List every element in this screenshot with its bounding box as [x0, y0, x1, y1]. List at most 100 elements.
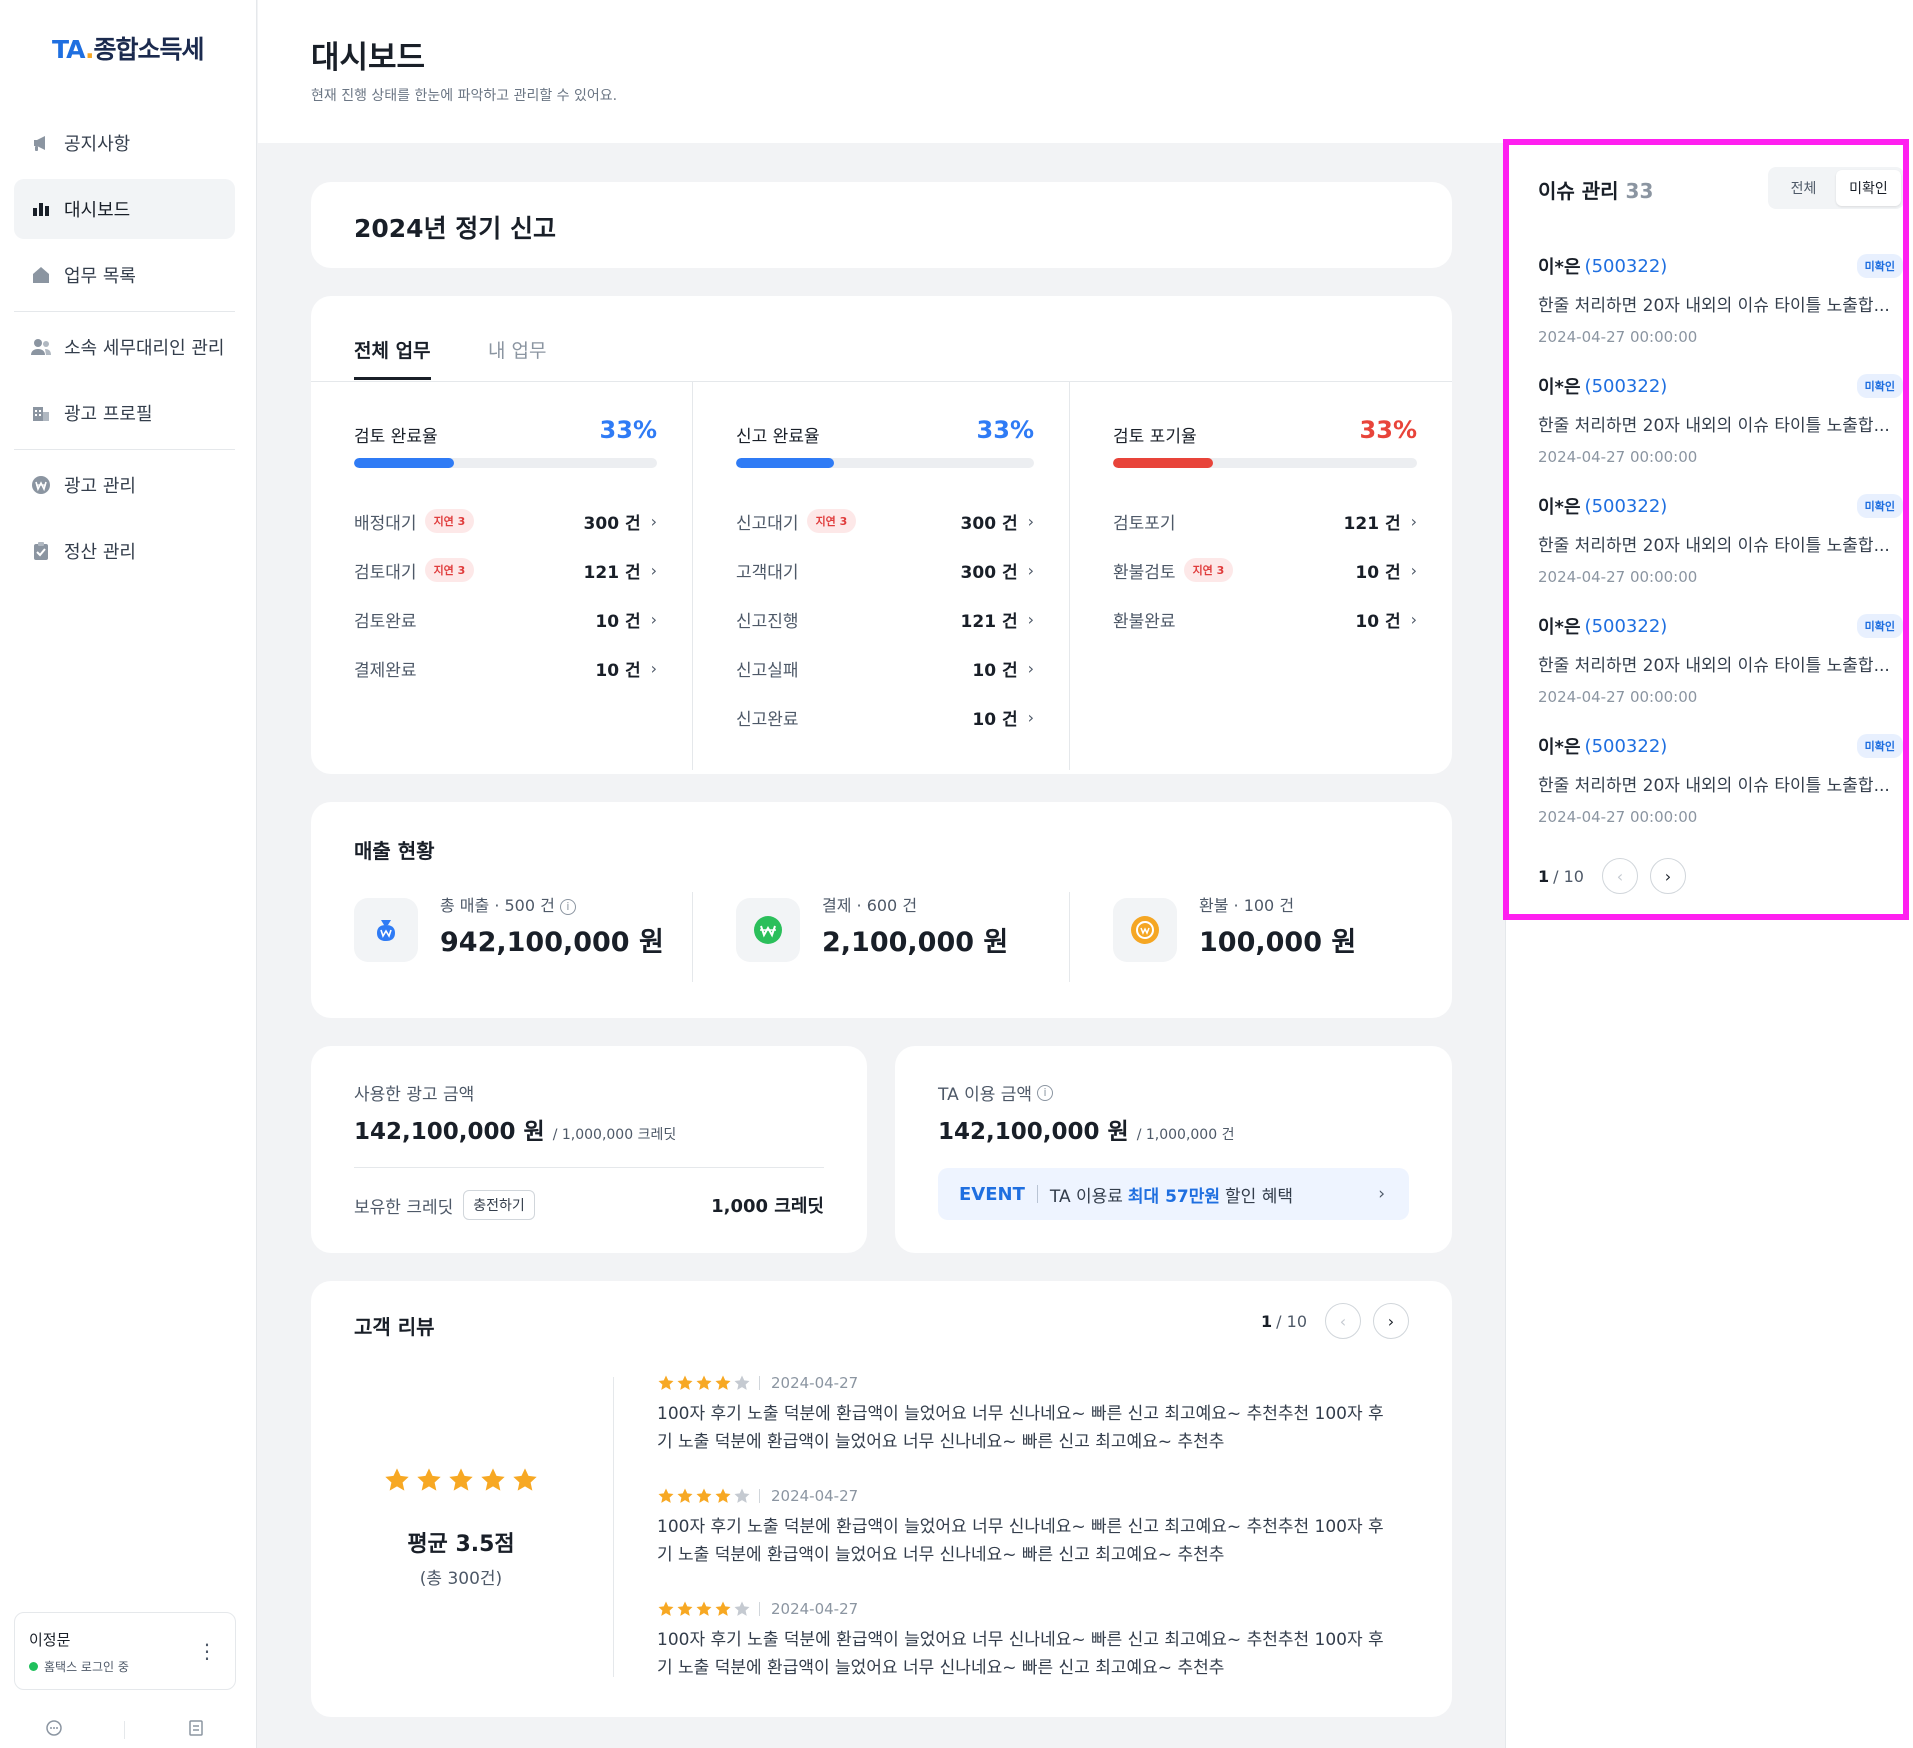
unread-badge: 미확인: [1856, 494, 1903, 518]
status-count: 121 건: [960, 611, 1018, 632]
issue-item[interactable]: 이*은 (500322) 미확인 한줄 처리하면 20자 내외의 이슈 타이틀 …: [1538, 253, 1903, 346]
unread-badge: 미확인: [1856, 374, 1903, 398]
issue-title: 이슈 관리 33: [1538, 175, 1653, 204]
star-icon: [677, 1375, 693, 1390]
megaphone-icon: [30, 132, 52, 154]
logo[interactable]: TA.종합소득세: [52, 30, 204, 66]
issue-item[interactable]: 이*은 (500322) 미확인 한줄 처리하면 20자 내외의 이슈 타이틀 …: [1538, 373, 1903, 466]
won-coin-icon: [30, 474, 52, 496]
info-icon[interactable]: i: [559, 898, 576, 915]
status-row[interactable]: 신고실패 10 건 ›: [736, 653, 1034, 683]
delay-badge: 지연 3: [1183, 558, 1234, 582]
status-row[interactable]: 결제완료 10 건 ›: [354, 653, 657, 683]
status-row[interactable]: 환불검토 지연 3 10 건 ›: [1113, 555, 1417, 585]
status-row[interactable]: 신고진행 121 건 ›: [736, 604, 1034, 634]
sidebar-item-label: 정산 관리: [64, 542, 136, 563]
issue-id[interactable]: (500322): [1585, 616, 1668, 637]
issue-item[interactable]: 이*은 (500322) 미확인 한줄 처리하면 20자 내외의 이슈 타이틀 …: [1538, 733, 1903, 826]
ad-spend-label: 사용한 광고 금액: [354, 1085, 475, 1105]
sidebar-item-label: 광고 프로필: [64, 404, 153, 425]
status-row[interactable]: 배정대기 지연 3 300 건 ›: [354, 506, 657, 536]
event-banner[interactable]: EVENT TA 이용료 최대 57만원 할인 혜택 ›: [938, 1168, 1409, 1220]
unread-badge: 미확인: [1856, 254, 1903, 278]
page-current: 1: [1261, 1311, 1273, 1331]
prev-page-button[interactable]: ‹: [1601, 858, 1638, 894]
sidebar-item-dashboard[interactable]: 대시보드: [14, 179, 235, 239]
delay-badge: 지연 3: [806, 509, 857, 533]
issue-name: 이*은: [1538, 377, 1581, 398]
status-count: 121 건: [583, 562, 641, 583]
issue-name: 이*은: [1538, 737, 1581, 758]
progress-fill: [736, 458, 835, 468]
star-empty-icon: [734, 1601, 750, 1616]
average-rating-text: 평균 3.5점: [407, 1532, 515, 1557]
sidebar-item-ad-profile[interactable]: 광고 프로필: [14, 383, 235, 443]
event-text-pre: TA 이용료: [1049, 1186, 1123, 1207]
star-icon: [696, 1375, 712, 1390]
issue-id[interactable]: (500322): [1585, 736, 1668, 757]
sales-value: 100,000 원: [1199, 927, 1357, 958]
document-icon[interactable]: [187, 1719, 205, 1741]
customer-reviews-card: 고객 리뷰 1 / 10 ‹ › 평균 3.5점 (총 300건) 2024-0…: [311, 1281, 1452, 1717]
page-current: 1: [1538, 866, 1550, 886]
event-tag: EVENT: [959, 1183, 1025, 1205]
bar-chart-icon: [30, 198, 52, 220]
status-row[interactable]: 검토대기 지연 3 121 건 ›: [354, 555, 657, 585]
average-rating-stars: [383, 1466, 539, 1498]
status-row[interactable]: 신고완료 10 건 ›: [736, 702, 1034, 732]
status-row[interactable]: 신고대기 지연 3 300 건 ›: [736, 506, 1034, 536]
review-line: 기 노출 덕분에 환급액이 늘었어요 너무 신나네요~ 빠른 신고 최고예요~ …: [657, 1432, 1225, 1452]
chevron-right-icon: ›: [1378, 1184, 1385, 1204]
more-vertical-icon[interactable]: ⋮: [197, 1641, 217, 1661]
issue-text: 한줄 처리하면 20자 내외의 이슈 타이틀 노출합...: [1538, 776, 1890, 796]
chat-icon[interactable]: [45, 1719, 63, 1741]
issue-id[interactable]: (500322): [1585, 496, 1668, 517]
sidebar-item-notice[interactable]: 공지사항: [14, 113, 235, 173]
chevron-right-icon: ›: [650, 609, 657, 629]
sidebar-footer: [14, 1718, 236, 1742]
sales-label: 결제 · 600 건: [822, 896, 918, 915]
filter-all[interactable]: 전체: [1771, 170, 1836, 206]
issue-name: 이*은: [1538, 497, 1581, 518]
reviews-pagination: 1 / 10 ‹ ›: [1261, 1303, 1409, 1339]
star-icon: [415, 1466, 443, 1498]
sidebar-item-agents[interactable]: 소속 세무대리인 관리: [14, 317, 235, 377]
next-page-button[interactable]: ›: [1373, 1303, 1409, 1339]
star-empty-icon: [734, 1375, 750, 1390]
status-row[interactable]: 검토포기 121 건 ›: [1113, 506, 1417, 536]
issue-item[interactable]: 이*은 (500322) 미확인 한줄 처리하면 20자 내외의 이슈 타이틀 …: [1538, 493, 1903, 586]
sidebar-item-settlement[interactable]: 정산 관리: [14, 521, 235, 581]
issue-id[interactable]: (500322): [1585, 256, 1668, 277]
issue-date: 2024-04-27 00:00:00: [1538, 448, 1698, 466]
chevron-right-icon: ›: [1027, 658, 1034, 678]
star-icon: [677, 1601, 693, 1616]
issue-id[interactable]: (500322): [1585, 376, 1668, 397]
money-bag-icon: [354, 898, 418, 962]
charge-button[interactable]: 충전하기: [463, 1190, 535, 1220]
status-row[interactable]: 고객대기 300 건 ›: [736, 555, 1034, 585]
info-icon[interactable]: i: [1037, 1084, 1054, 1101]
sidebar-item-label: 공지사항: [64, 134, 131, 155]
next-page-button[interactable]: ›: [1649, 858, 1686, 894]
issue-item[interactable]: 이*은 (500322) 미확인 한줄 처리하면 20자 내외의 이슈 타이틀 …: [1538, 613, 1903, 706]
tab-all-work[interactable]: 전체 업무: [354, 336, 431, 380]
meta-divider: [759, 1376, 760, 1390]
metric-label: 검토 포기율: [1113, 427, 1197, 447]
prev-page-button[interactable]: ‹: [1325, 1303, 1361, 1339]
won-coin-icon: [736, 898, 800, 962]
total-sales: 총 매출 · 500 건 i 942,100,000 원: [311, 892, 692, 982]
sidebar-item-ad-management[interactable]: 광고 관리: [14, 455, 235, 515]
star-icon: [479, 1466, 507, 1498]
filter-unread[interactable]: 미확인: [1836, 170, 1901, 206]
refund-sales: 환불 · 100 건 100,000 원: [1069, 892, 1452, 982]
review-text: 100자 후기 노출 덕분에 환급액이 늘었어요 너무 신나네요~ 빠른 신고 …: [657, 1626, 1402, 1682]
filing-season-title: 2024년 정기 신고: [354, 214, 556, 243]
tab-my-work[interactable]: 내 업무: [488, 336, 546, 377]
status-label: 결제완료: [354, 660, 417, 681]
status-row[interactable]: 환불완료 10 건 ›: [1113, 604, 1417, 634]
chevron-right-icon: ›: [650, 658, 657, 678]
sidebar-item-label: 광고 관리: [64, 476, 136, 497]
status-row[interactable]: 검토완료 10 건 ›: [354, 604, 657, 634]
user-status: 홈택스 로그인 중: [29, 1658, 221, 1675]
sidebar-item-work-list[interactable]: 업무 목록: [14, 245, 235, 305]
